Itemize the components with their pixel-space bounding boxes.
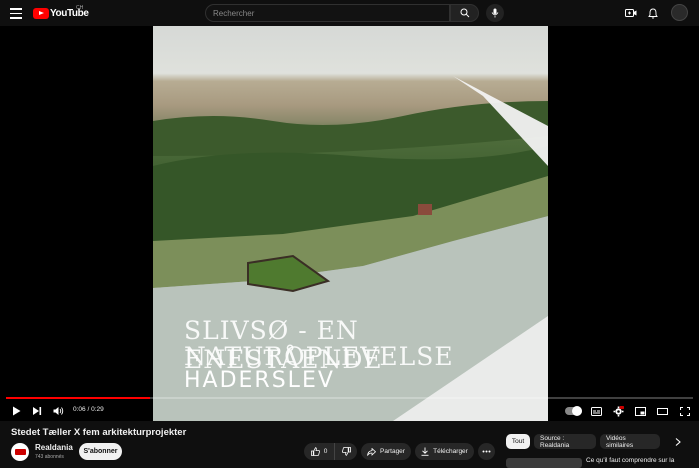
progress-bar[interactable]	[6, 397, 693, 399]
country-code: CH	[76, 5, 84, 11]
channel-avatar[interactable]	[11, 443, 29, 461]
next-button[interactable]	[31, 404, 43, 418]
search-button[interactable]	[450, 4, 479, 22]
fullscreen-icon	[679, 406, 690, 416]
hamburger-menu-icon[interactable]	[8, 5, 24, 21]
autoplay-toggle[interactable]	[565, 406, 582, 416]
notifications-button[interactable]	[645, 5, 661, 21]
chip-related-videos[interactable]: Vidéos similaires	[600, 434, 660, 449]
download-icon	[421, 447, 429, 456]
search-placeholder: Rechercher	[213, 8, 255, 18]
channel-logo-icon	[14, 449, 26, 455]
play-button[interactable]	[10, 404, 22, 418]
download-button[interactable]: Télécharger	[415, 443, 474, 460]
play-icon	[12, 406, 20, 416]
voice-search-button[interactable]	[486, 4, 504, 22]
create-video-button[interactable]	[623, 5, 639, 21]
skip-next-icon	[33, 407, 42, 415]
miniplayer-button[interactable]	[634, 404, 647, 418]
microphone-icon	[491, 8, 499, 18]
like-button[interactable]: 0	[304, 443, 334, 460]
miniplayer-icon	[635, 406, 646, 416]
thumbs-down-icon	[341, 447, 351, 456]
like-count: 0	[323, 448, 328, 455]
more-horizontal-icon	[482, 450, 491, 453]
share-button[interactable]: Partager	[361, 443, 411, 460]
settings-button[interactable]	[612, 404, 625, 418]
subscriber-count: 743 abonnés	[35, 454, 64, 460]
download-label: Télécharger	[433, 448, 468, 455]
chips-next-button[interactable]	[672, 436, 684, 448]
player-controls: 0:06 / 0:29	[0, 402, 699, 421]
video-player[interactable]: SLIVSØ - EN ENESTÅENDE NATUROPLEVELSE HA…	[0, 26, 699, 421]
bell-icon	[648, 8, 658, 19]
recommendation-thumbnail[interactable]	[506, 458, 582, 468]
share-label: Partager	[380, 448, 405, 455]
dislike-button[interactable]	[334, 443, 357, 460]
time-display: 0:06 / 0:29	[73, 406, 104, 413]
search-icon	[460, 8, 469, 18]
top-bar: YouTube CH Rechercher	[0, 0, 699, 26]
subtitles-button[interactable]	[590, 404, 603, 418]
overlay-title-line2: NATUROPLEVELSE	[184, 342, 454, 371]
youtube-play-icon	[33, 7, 49, 19]
create-video-icon	[625, 9, 637, 17]
theater-mode-button[interactable]	[656, 404, 669, 418]
youtube-logo[interactable]: YouTube CH	[33, 5, 89, 19]
search-input[interactable]: Rechercher	[205, 4, 450, 22]
channel-name[interactable]: Realdania	[35, 443, 73, 452]
subtitles-icon	[591, 406, 602, 416]
more-actions-button[interactable]	[478, 443, 495, 460]
video-title: Stedet Tæller X fem arkitekturprojekter	[11, 427, 187, 438]
gear-icon	[613, 405, 624, 416]
theater-mode-icon	[657, 407, 668, 415]
chip-all[interactable]: Tout	[506, 434, 530, 449]
subscribe-button[interactable]: S'abonner	[79, 443, 122, 460]
thumbs-up-icon	[310, 447, 320, 456]
chevron-right-icon	[675, 438, 681, 446]
account-avatar[interactable]	[671, 4, 688, 21]
fullscreen-button[interactable]	[678, 404, 691, 418]
chip-source-realdania[interactable]: Source : Realdania	[534, 434, 596, 449]
overlay-location: HADERSLEV	[184, 368, 335, 393]
share-icon	[367, 447, 377, 456]
volume-icon	[53, 407, 64, 415]
mute-button[interactable]	[52, 404, 65, 418]
progress-bar-played	[6, 397, 151, 399]
video-frame: SLIVSØ - EN ENESTÅENDE NATUROPLEVELSE HA…	[153, 26, 548, 421]
